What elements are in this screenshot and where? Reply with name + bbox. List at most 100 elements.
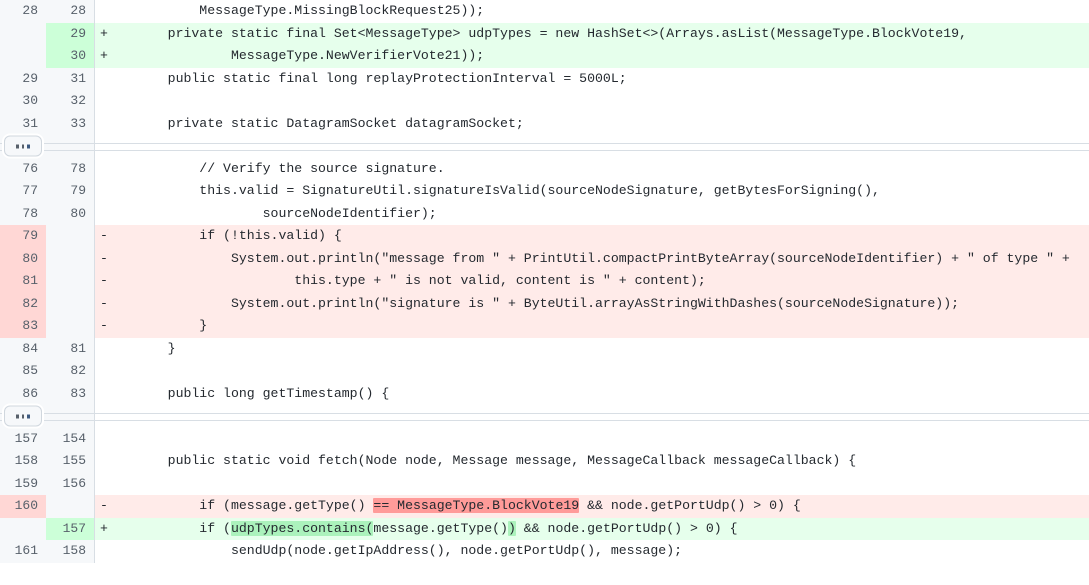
code-text: // Verify the source signature.	[136, 160, 445, 176]
new-line-number[interactable]: 29	[46, 22, 95, 45]
diff-marker: +	[100, 25, 108, 41]
code-cell[interactable]	[94, 427, 1089, 450]
old-line-number[interactable]: 86	[0, 382, 46, 405]
code-text: MessageType.MissingBlockRequest25));	[136, 3, 485, 18]
old-line-number[interactable]: 76	[0, 157, 46, 180]
old-line-number[interactable]: 82	[0, 292, 46, 315]
new-line-number[interactable]: 156	[46, 472, 95, 495]
expand-hunk-button[interactable]	[4, 405, 42, 427]
code-text: System.out.println("message from " + Pri…	[136, 250, 1070, 266]
hunk-separator-line	[95, 420, 1089, 422]
new-line-number[interactable]: 33	[46, 112, 95, 135]
code-cell[interactable]: MessageType.MissingBlockRequest25));	[94, 0, 1089, 23]
old-line-number[interactable]: 78	[0, 202, 46, 225]
diff-marker: -	[100, 318, 108, 333]
diff-row-context: 28 28 MessageType.MissingBlockRequest25))…	[0, 0, 1089, 23]
new-line-number[interactable]: 80	[46, 202, 95, 225]
old-line-number[interactable]: 28	[0, 0, 46, 23]
code-cell[interactable]	[94, 472, 1089, 495]
code-cell[interactable]: - if (!this.valid) {	[94, 225, 1089, 248]
old-line-number[interactable]: 159	[0, 472, 46, 495]
diff-marker: -	[100, 228, 108, 243]
code-cell[interactable]: public static void fetch(Node node, Mess…	[94, 450, 1089, 473]
code-text: if (message.getType() == MessageType.Blo…	[136, 498, 801, 513]
diff-row-context: 161 158 sendUdp(node.getIpAddress(), node…	[0, 540, 1089, 563]
code-cell[interactable]: - if (message.getType() == MessageType.B…	[94, 495, 1089, 518]
code-cell[interactable]: sendUdp(node.getIpAddress(), node.getPor…	[94, 540, 1089, 563]
code-text: MessageType.NewVerifierVote21));	[136, 48, 485, 63]
old-line-number[interactable]: 157	[0, 427, 46, 450]
diff-marker: +	[100, 520, 108, 536]
code-cell[interactable]: - System.out.println("message from " + P…	[94, 247, 1089, 270]
diff-row-context: 30 32	[0, 90, 1089, 113]
new-line-number[interactable]: 154	[46, 427, 95, 450]
old-line-number[interactable]: 31	[0, 112, 46, 135]
code-cell[interactable]: - System.out.println("signature is " + B…	[94, 292, 1089, 315]
new-line-number[interactable]	[46, 270, 95, 293]
old-line-number[interactable]: 161	[0, 540, 46, 563]
code-text: if (udpTypes.contains(message.getType())…	[136, 520, 737, 536]
new-line-number[interactable]	[46, 247, 95, 270]
code-cell[interactable]: public long getTimestamp() {	[94, 382, 1089, 405]
expander-line-area[interactable]	[94, 405, 1089, 428]
old-line-number[interactable]: 29	[0, 67, 46, 90]
old-line-number[interactable]: 77	[0, 180, 46, 203]
new-line-number[interactable]	[46, 315, 95, 338]
new-line-number[interactable]: 82	[46, 360, 95, 383]
expand-hunk-button[interactable]	[4, 135, 42, 157]
new-line-number[interactable]	[46, 495, 95, 518]
code-text: System.out.println("signature is " + Byt…	[136, 295, 960, 311]
new-line-number[interactable]: 157	[46, 517, 95, 540]
code-cell[interactable]	[94, 360, 1089, 383]
expander-line-area[interactable]	[94, 135, 1089, 158]
old-line-number[interactable]: 30	[0, 90, 46, 113]
old-line-number[interactable]: 160	[0, 495, 46, 518]
old-line-number[interactable]: 158	[0, 450, 46, 473]
old-line-number[interactable]: 85	[0, 360, 46, 383]
code-cell[interactable]: - this.type + " is not valid, content is…	[94, 270, 1089, 293]
old-line-number[interactable]: 80	[0, 247, 46, 270]
old-line-number[interactable]: 84	[0, 337, 46, 360]
code-segment: && node.getPortUdp() > 0) {	[579, 498, 801, 513]
old-line-number[interactable]: 83	[0, 315, 46, 338]
new-line-number[interactable]	[46, 225, 95, 248]
ellipsis-icon-dot	[27, 414, 30, 418]
hunk-separator-line	[95, 150, 1089, 152]
code-cell[interactable]: // Verify the source signature.	[94, 157, 1089, 180]
old-line-number[interactable]	[0, 45, 46, 68]
new-line-number[interactable]: 83	[46, 382, 95, 405]
code-cell[interactable]: private static DatagramSocket datagramSo…	[94, 112, 1089, 135]
code-cell[interactable]: + private static final Set<MessageType> …	[94, 22, 1089, 45]
code-cell[interactable]	[94, 90, 1089, 113]
code-cell[interactable]: + MessageType.NewVerifierVote21));	[94, 45, 1089, 68]
old-line-number[interactable]: 81	[0, 270, 46, 293]
new-line-number[interactable]: 79	[46, 180, 95, 203]
old-line-number[interactable]: 79	[0, 225, 46, 248]
new-line-number[interactable]: 158	[46, 540, 95, 563]
code-segment: message.getType()	[373, 520, 508, 536]
new-line-number[interactable]: 30	[46, 45, 95, 68]
new-line-number[interactable]: 28	[46, 0, 95, 23]
word-diff-highlight: )	[507, 520, 516, 536]
code-text: this.type + " is not valid, content is "…	[136, 273, 706, 288]
old-line-number[interactable]	[0, 22, 46, 45]
word-diff-highlight: udpTypes.contains(	[230, 520, 374, 536]
diff-row-del: 80 - System.out.println("message from " +…	[0, 247, 1089, 270]
new-line-number[interactable]	[46, 292, 95, 315]
new-line-number[interactable]: 32	[46, 90, 95, 113]
code-cell[interactable]: this.valid = SignatureUtil.signatureIsVa…	[94, 180, 1089, 203]
diff-row-add: 29 + private static final Set<MessageType…	[0, 22, 1089, 45]
new-line-number[interactable]: 81	[46, 337, 95, 360]
diff-row-context: 158 155 public static void fetch(Node nod…	[0, 450, 1089, 473]
new-line-number[interactable]: 155	[46, 450, 95, 473]
code-cell[interactable]: - }	[94, 315, 1089, 338]
code-cell[interactable]: + if (udpTypes.contains(message.getType(…	[94, 517, 1089, 540]
new-line-number[interactable]: 31	[46, 67, 95, 90]
code-cell[interactable]: public static final long replayProtectio…	[94, 67, 1089, 90]
diff-row-del: 82 - System.out.println("signature is " +…	[0, 292, 1089, 315]
code-cell[interactable]: sourceNodeIdentifier);	[94, 202, 1089, 225]
code-cell[interactable]: }	[94, 337, 1089, 360]
old-line-number[interactable]	[0, 517, 46, 540]
new-line-number[interactable]: 78	[46, 157, 95, 180]
diff-viewer: 28 28 MessageType.MissingBlockRequest25))…	[0, 0, 1089, 585]
